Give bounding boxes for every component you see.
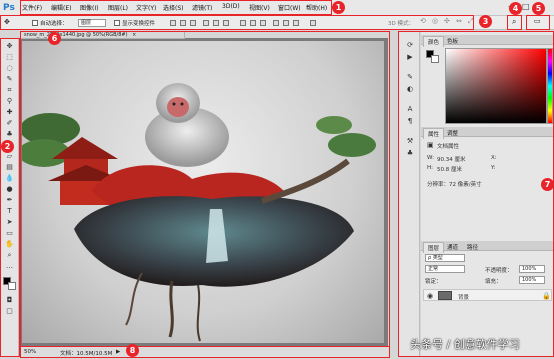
annotation-badge-1: 1 [332,1,345,14]
annotation-badge-5: 5 [532,2,545,15]
watermark: 头条号 / 创意软件学习 [410,338,520,351]
annotation-box-toolbox [0,38,20,357]
maximize-button[interactable]: □ [522,2,530,11]
annotation-badge-7: 7 [541,178,554,191]
annotation-badge-2: 2 [1,140,14,153]
annotation-badge-8: 8 [126,344,139,357]
annotation-box-panels [398,31,554,357]
annotation-badge-3: 3 [479,15,492,28]
annotation-box-menubar [20,0,332,15]
annotation-box-statusbar [20,346,390,358]
annotation-box-options-bar [0,15,474,30]
photoshop-logo: Ps [3,3,15,13]
annotation-box-workspace [526,15,550,30]
annotation-box-document [20,31,390,347]
annotation-badge-4: 4 [509,2,522,15]
annotation-badge-6: 6 [48,32,61,45]
annotation-box-search [507,15,522,30]
